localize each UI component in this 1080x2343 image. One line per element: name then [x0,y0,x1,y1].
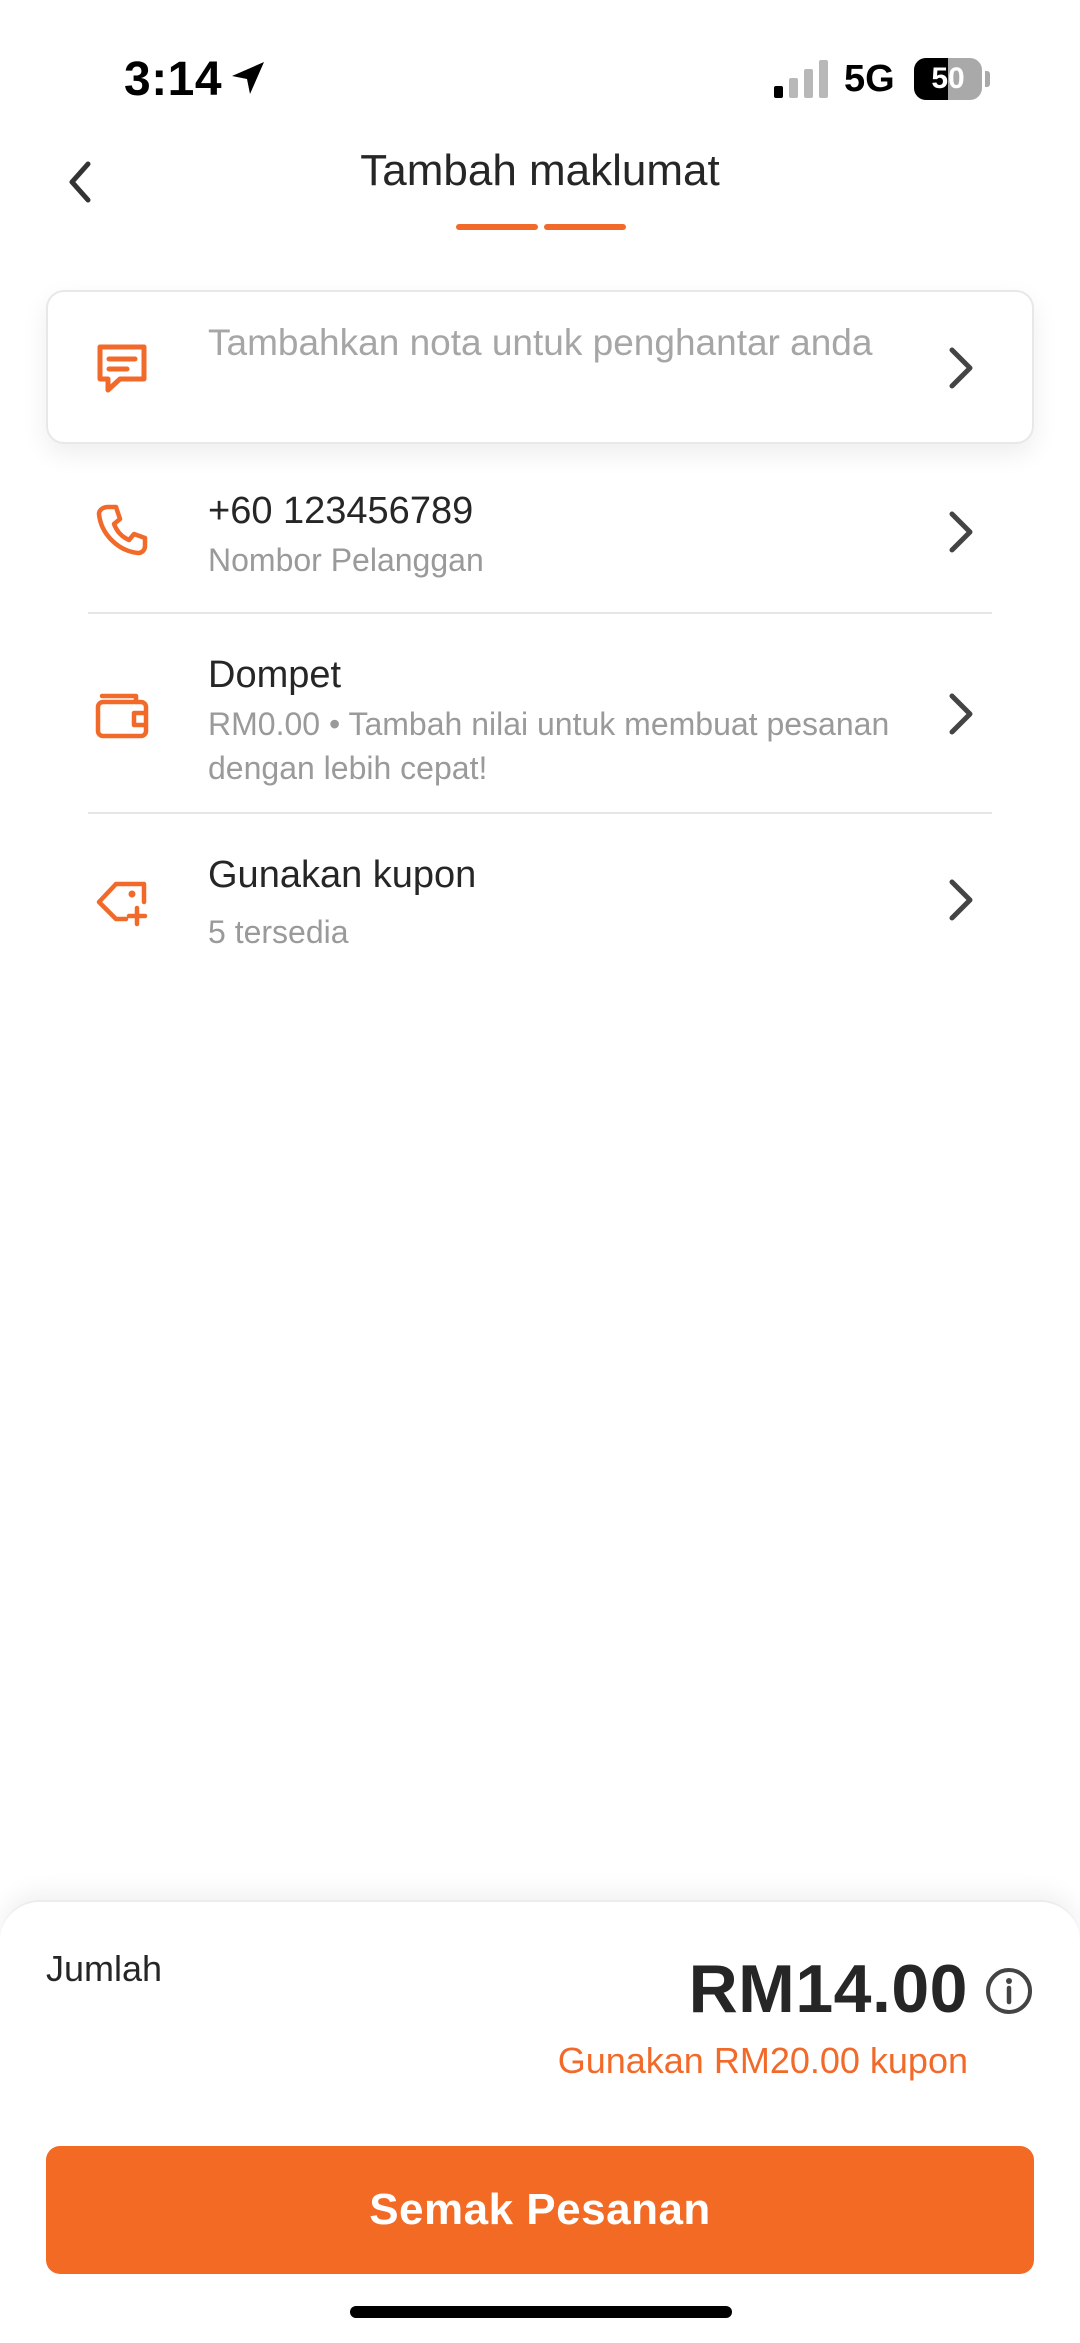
delivery-note-placeholder[interactable]: Tambahkan nota untuk penghantar anda [208,320,908,366]
cellular-signal-icon [774,60,828,98]
progress-step-2 [544,224,626,230]
battery-percent: 50 [931,62,965,95]
home-indicator [350,2306,732,2318]
total-label: Jumlah [46,1948,163,1989]
wallet-subtitle: RM0.00 • Tambah nilai untuk membuat pesa… [208,706,890,786]
coupon-hint-link[interactable]: Gunakan RM20.00 kupon [558,2040,968,2082]
progress-step-1 [456,224,538,230]
chevron-right-icon[interactable] [944,690,978,738]
chevron-right-icon[interactable] [944,876,978,924]
coupon-tag-icon [96,881,148,927]
status-time: 3:14 [124,53,223,106]
coupon-title: Gunakan kupon [208,854,477,896]
customer-phone-label: Nombor Pelanggan [208,542,484,578]
coupon-available-count: 5 tersedia [208,914,349,950]
battery-icon: 50 [914,58,990,100]
customer-phone-number: +60 123456789 [208,490,474,532]
review-order-button[interactable]: Semak Pesanan [46,2146,1034,2274]
delivery-note-card[interactable] [46,290,1034,444]
info-icon[interactable] [984,1966,1034,2016]
customer-phone-row[interactable] [46,470,1034,610]
network-type: 5G [844,58,895,100]
total-amount: RM14.00 [688,1951,968,2027]
coupon-row[interactable] [46,830,1034,970]
divider [88,812,992,814]
message-square-icon [97,344,147,393]
phone-icon [96,504,148,556]
wallet-title: Dompet [208,654,342,696]
chevron-right-icon[interactable] [944,508,978,556]
location-arrow-icon [232,62,264,94]
wallet-icon [95,693,149,739]
divider [88,612,992,614]
step-progress [456,224,626,230]
page-title: Tambah maklumat [360,146,720,195]
chevron-right-icon[interactable] [944,344,978,392]
